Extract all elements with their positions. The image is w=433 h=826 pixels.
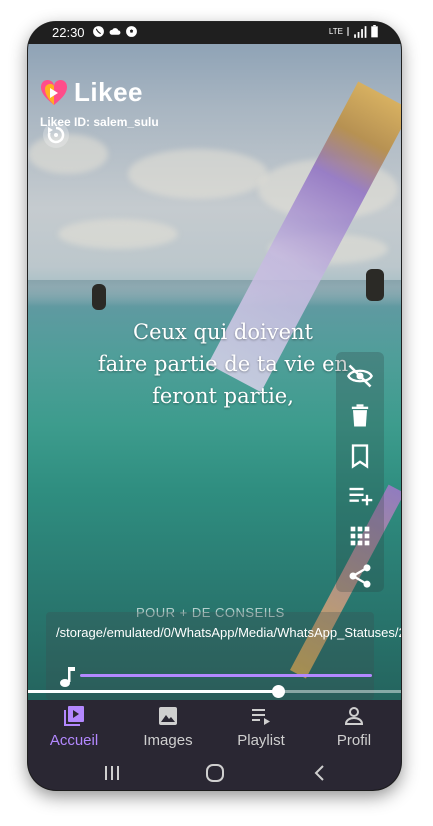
playlist-add-icon[interactable]: [346, 482, 374, 510]
video-library-icon: [64, 706, 84, 726]
eye-off-icon[interactable]: [346, 362, 374, 390]
likee-logo: Likee: [40, 77, 143, 108]
status-icons-left: [92, 25, 138, 38]
likee-heart-icon: [40, 79, 68, 105]
cloud: [58, 219, 178, 249]
nav-item-playlist[interactable]: Playlist: [215, 704, 307, 749]
status-bar: 22:30 LTE: [28, 22, 401, 44]
whatsapp-icon: [93, 26, 104, 37]
signal-icon: [354, 25, 367, 38]
nav-label: Accueil: [49, 732, 99, 749]
audio-track-bar[interactable]: [80, 674, 372, 677]
nav-item-profil[interactable]: Profil: [308, 704, 400, 749]
person-icon: [344, 707, 364, 725]
file-path: /storage/emulated/0/WhatsApp/Media/Whats…: [56, 625, 401, 640]
lte-label: LTE: [328, 26, 343, 36]
nav-label: Playlist: [237, 732, 285, 749]
share-icon[interactable]: [346, 562, 374, 590]
nav-item-accueil[interactable]: Accueil: [28, 704, 120, 749]
seek-bar-progress: [28, 690, 278, 693]
quote-line: faire partie de ta vie en: [97, 352, 349, 376]
quote-line: feront partie,: [152, 384, 294, 408]
phone-frame: 22:30 LTE Likee Likee ID: salem_sulu Ceu…: [28, 22, 401, 790]
seek-bar-thumb[interactable]: [271, 685, 285, 698]
home-icon[interactable]: [204, 762, 226, 784]
app-name: Likee: [74, 77, 143, 107]
music-note-icon: [60, 667, 75, 687]
recents-icon[interactable]: [101, 762, 123, 784]
video-player[interactable]: Likee Likee ID: salem_sulu Ceux qui doiv…: [28, 44, 401, 700]
replay-icon[interactable]: [41, 120, 71, 150]
football-icon: [126, 26, 137, 37]
surfer-right: [366, 269, 384, 301]
nav-label: Profil: [336, 732, 372, 749]
horizon: [28, 280, 401, 310]
seek-bar[interactable]: [28, 685, 401, 698]
status-icons-right: LTE: [329, 25, 379, 38]
image-icon: [159, 707, 177, 725]
bookmark-icon[interactable]: [346, 442, 374, 470]
trash-icon[interactable]: [346, 402, 374, 430]
battery-icon: [371, 25, 378, 38]
nav-label: Images: [143, 732, 193, 749]
media-info-card: /storage/emulated/0/WhatsApp/Media/Whats…: [46, 612, 401, 700]
grid-icon[interactable]: [346, 522, 374, 550]
quote-line: Ceux qui doivent: [133, 320, 313, 344]
lte-icon: [347, 27, 349, 36]
status-time: 22:30: [52, 25, 85, 40]
back-icon[interactable]: [309, 762, 331, 784]
system-nav-bar: [28, 756, 401, 790]
video-quote: Ceux qui doivent faire partie de ta vie …: [78, 316, 368, 412]
nav-item-images[interactable]: Images: [122, 704, 214, 749]
bottom-nav: Accueil Images Playlist Profil: [28, 700, 401, 756]
playlist-icon: [252, 709, 270, 725]
surfer-left: [92, 284, 106, 310]
cloud: [128, 149, 268, 199]
cloud-icon: [109, 28, 121, 35]
